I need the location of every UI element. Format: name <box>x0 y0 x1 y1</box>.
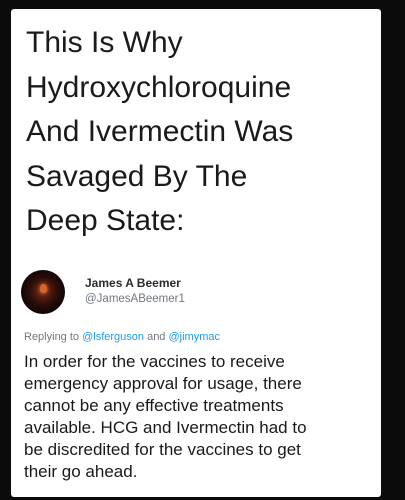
mention-link-2[interactable]: @jimymac <box>168 331 220 343</box>
tweet-text: In order for the vaccines to receive eme… <box>24 352 307 481</box>
mention-link-1[interactable]: @lsferguson <box>82 331 144 343</box>
replying-to: Replying to @lsferguson and @jimymac <box>24 331 220 343</box>
headline: This Is Why Hydroxychloroquine And Iverm… <box>26 26 294 237</box>
avatar[interactable] <box>21 270 65 314</box>
tweet-header: James A Beemer @JamesABeemer1 <box>21 267 371 317</box>
display-name[interactable]: James A Beemer <box>85 276 181 290</box>
replying-prefix: Replying to <box>24 331 83 343</box>
meme-card: This Is Why Hydroxychloroquine And Iverm… <box>11 9 381 497</box>
user-handle[interactable]: @JamesABeemer1 <box>85 293 185 305</box>
replying-and: and <box>144 331 169 343</box>
flame-icon <box>40 284 47 293</box>
